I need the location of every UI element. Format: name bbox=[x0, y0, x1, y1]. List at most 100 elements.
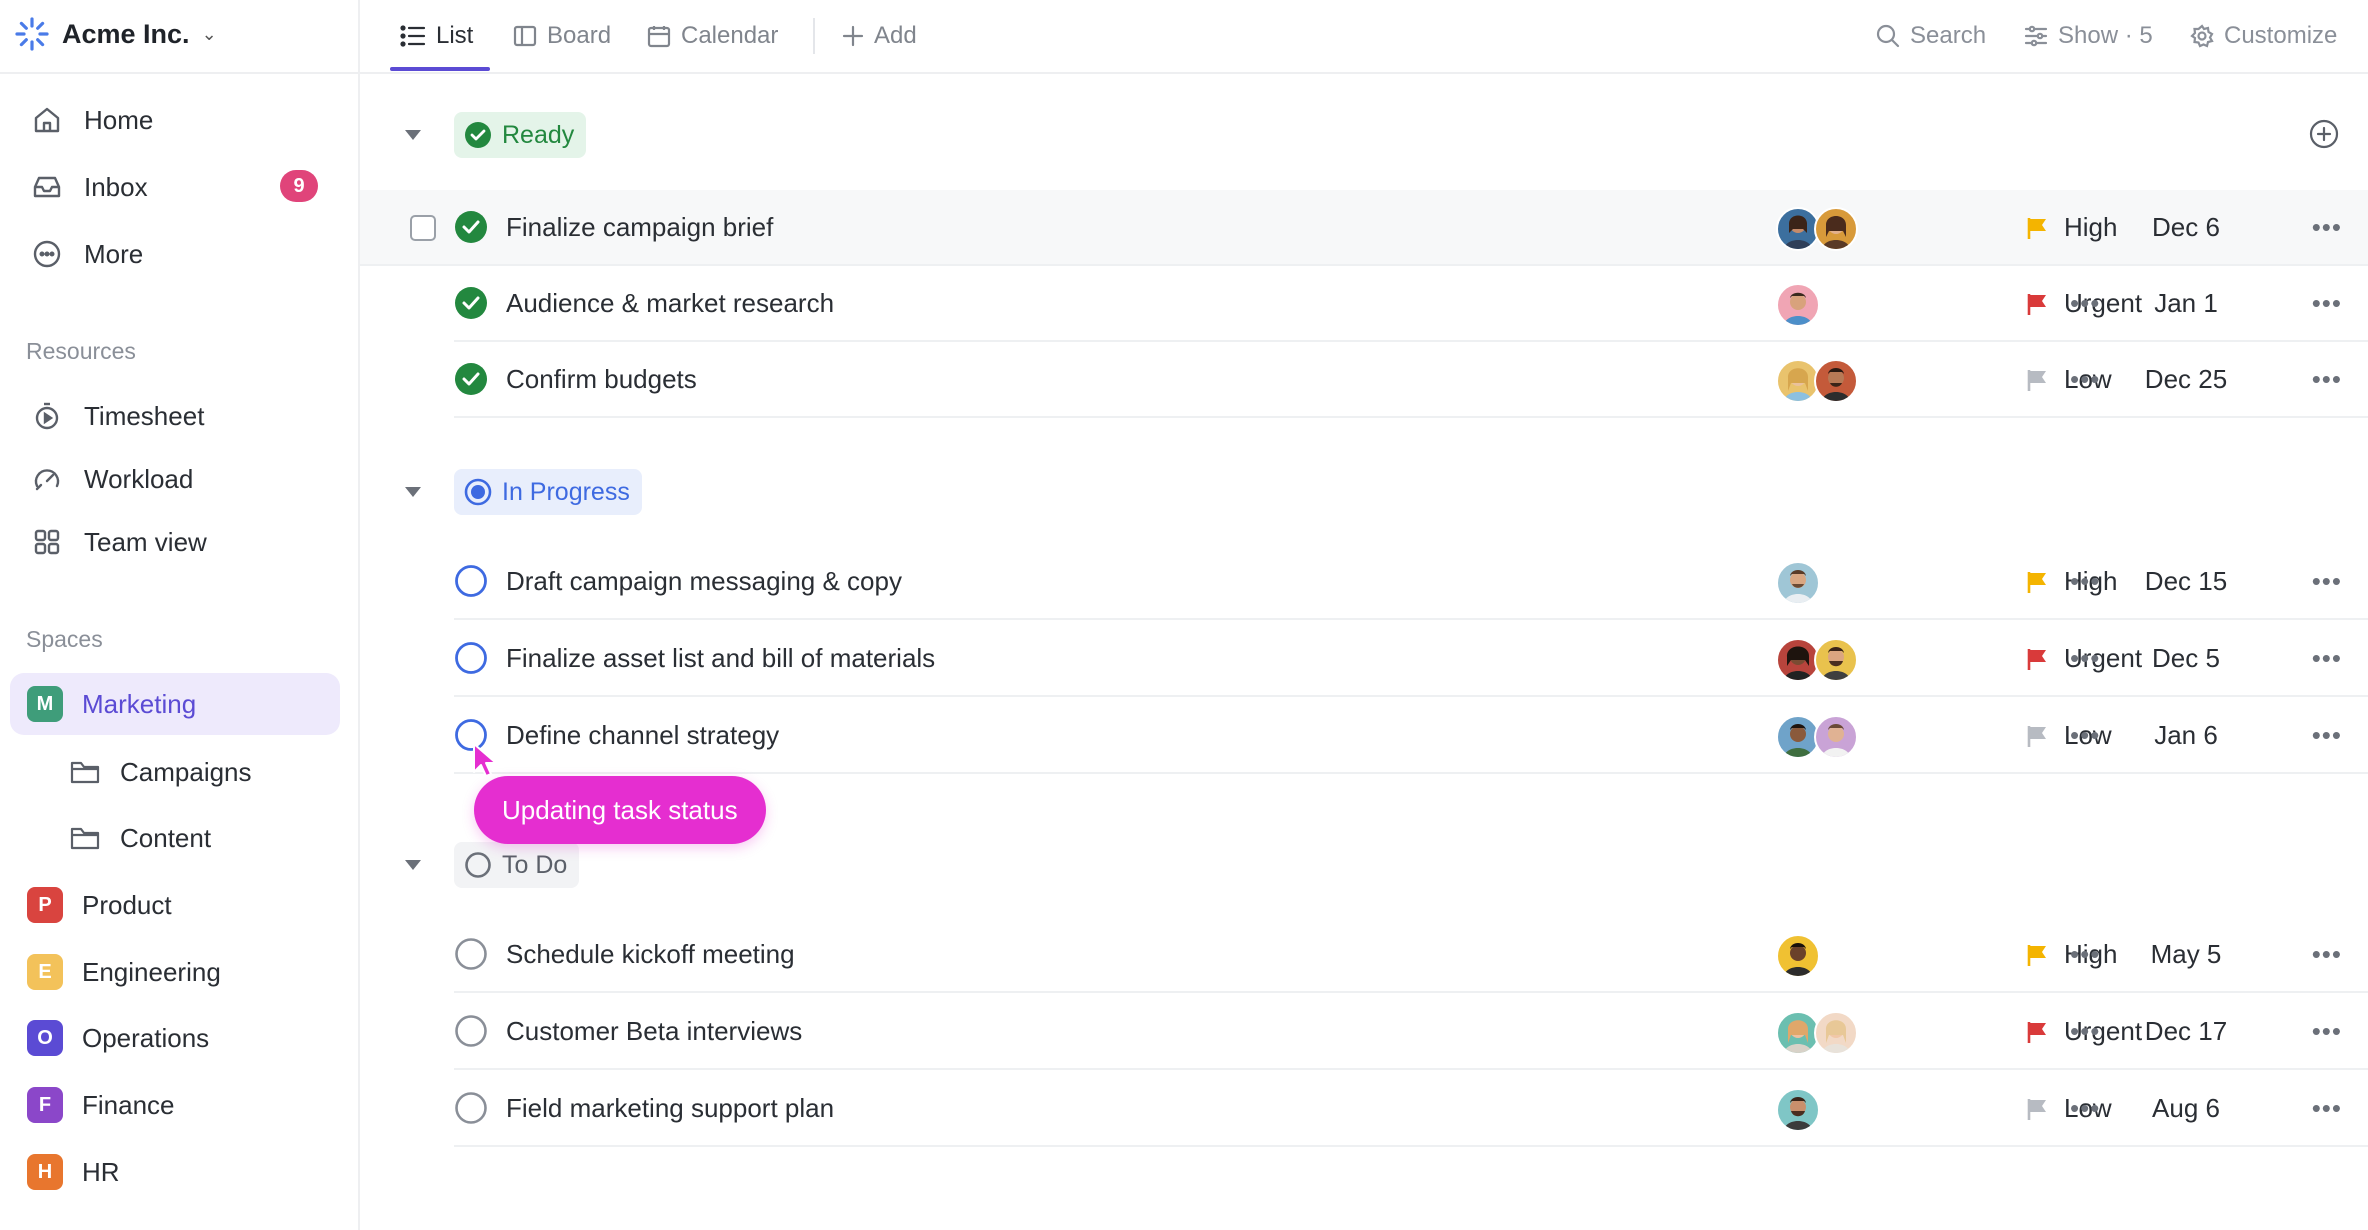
status-in-progress-icon[interactable] bbox=[454, 641, 488, 675]
assignees[interactable] bbox=[1776, 1088, 1820, 1132]
task-row[interactable]: Schedule kickoff meeting High ••• May 5 … bbox=[454, 917, 2368, 993]
folder-content[interactable]: Content bbox=[70, 810, 211, 866]
task-name[interactable]: Customer Beta interviews bbox=[506, 1016, 802, 1047]
row-menu-icon[interactable]: ••• bbox=[2312, 212, 2342, 243]
row-menu-icon[interactable]: ••• bbox=[2312, 566, 2342, 597]
tab-add[interactable]: Add bbox=[842, 0, 917, 72]
tab-calendar[interactable]: Calendar bbox=[647, 0, 778, 72]
more-fields-icon[interactable]: ••• bbox=[2070, 566, 2100, 597]
folder-campaigns[interactable]: Campaigns bbox=[70, 744, 252, 800]
tab-list[interactable]: List bbox=[400, 0, 473, 72]
flag-icon bbox=[2027, 369, 2046, 391]
priority[interactable]: High bbox=[2026, 212, 2117, 243]
due-date[interactable]: Dec 17 bbox=[2106, 1016, 2266, 1047]
task-name[interactable]: Schedule kickoff meeting bbox=[506, 939, 795, 970]
task-row[interactable]: Finalize campaign brief High Dec 6 ••• bbox=[360, 190, 2368, 266]
collapse-caret-icon[interactable] bbox=[405, 487, 421, 497]
row-menu-icon[interactable]: ••• bbox=[2312, 1016, 2342, 1047]
assignees[interactable] bbox=[1776, 207, 1858, 251]
space-label: Marketing bbox=[82, 688, 197, 719]
status-group-ready[interactable]: Ready bbox=[454, 112, 587, 158]
nav-inbox[interactable]: Inbox 9 bbox=[10, 158, 340, 216]
task-row[interactable]: Audience & market research Urgent ••• Ja… bbox=[454, 266, 2368, 342]
more-fields-icon[interactable]: ••• bbox=[2070, 720, 2100, 751]
more-fields-icon[interactable]: ••• bbox=[2070, 939, 2100, 970]
task-row[interactable]: Field marketing support plan Low ••• Aug… bbox=[454, 1071, 2368, 1147]
due-date[interactable]: Aug 6 bbox=[2106, 1093, 2266, 1124]
add-column-icon[interactable] bbox=[2308, 118, 2340, 150]
space-hr[interactable]: H HR bbox=[10, 1141, 340, 1203]
due-date[interactable]: Dec 15 bbox=[2106, 566, 2266, 597]
status-group-to-do[interactable]: To Do bbox=[454, 842, 580, 888]
assignees[interactable] bbox=[1776, 561, 1820, 605]
task-row[interactable]: Draft campaign messaging & copy High •••… bbox=[454, 544, 2368, 620]
list-icon bbox=[400, 25, 426, 47]
assignees[interactable] bbox=[1776, 1011, 1858, 1055]
task-name[interactable]: Draft campaign messaging & copy bbox=[506, 566, 902, 597]
space-engineering[interactable]: E Engineering bbox=[10, 941, 340, 1003]
assignees[interactable] bbox=[1776, 934, 1820, 978]
task-row[interactable]: Confirm budgets Low ••• Dec 25 ••• bbox=[454, 342, 2368, 418]
assignees[interactable] bbox=[1776, 283, 1820, 327]
space-product[interactable]: P Product bbox=[10, 874, 340, 936]
nav-home[interactable]: Home bbox=[10, 91, 340, 149]
more-fields-icon[interactable]: ••• bbox=[2070, 643, 2100, 674]
space-finance[interactable]: F Finance bbox=[10, 1074, 340, 1136]
task-row[interactable]: Customer Beta interviews Urgent ••• Dec … bbox=[454, 994, 2368, 1070]
assignees[interactable] bbox=[1776, 359, 1858, 403]
due-date[interactable]: May 5 bbox=[2106, 939, 2266, 970]
status-complete-icon[interactable] bbox=[454, 286, 488, 320]
space-marketing[interactable]: M Marketing bbox=[10, 673, 340, 735]
show-button[interactable]: Show · 5 bbox=[2024, 0, 2153, 72]
task-name[interactable]: Audience & market research bbox=[506, 288, 834, 319]
search-button[interactable]: Search bbox=[1876, 0, 1986, 72]
space-operations[interactable]: O Operations bbox=[10, 1007, 340, 1069]
row-menu-icon[interactable]: ••• bbox=[2312, 1093, 2342, 1124]
workspace-switcher[interactable]: Acme Inc. ⌄ bbox=[14, 14, 217, 54]
row-menu-icon[interactable]: ••• bbox=[2312, 364, 2342, 395]
row-menu-icon[interactable]: ••• bbox=[2312, 939, 2342, 970]
customize-button[interactable]: Customize bbox=[2190, 0, 2337, 72]
status-todo-icon[interactable] bbox=[454, 1014, 488, 1048]
due-date[interactable]: Dec 25 bbox=[2106, 364, 2266, 395]
nav-workload[interactable]: Workload bbox=[10, 450, 340, 508]
nav-timesheet[interactable]: Timesheet bbox=[10, 387, 340, 445]
due-date[interactable]: Jan 1 bbox=[2106, 288, 2266, 319]
task-name[interactable]: Confirm budgets bbox=[506, 364, 697, 395]
due-date[interactable]: Jan 6 bbox=[2106, 720, 2266, 751]
task-row[interactable]: Define channel strategy Low ••• Jan 6 ••… bbox=[454, 698, 2368, 774]
task-row[interactable]: Finalize asset list and bill of material… bbox=[454, 621, 2368, 697]
task-name[interactable]: Field marketing support plan bbox=[506, 1093, 834, 1124]
task-name[interactable]: Finalize asset list and bill of material… bbox=[506, 643, 935, 674]
status-in-progress-icon[interactable] bbox=[454, 564, 488, 598]
more-fields-icon[interactable]: ••• bbox=[2070, 1093, 2100, 1124]
due-date[interactable]: Dec 6 bbox=[2106, 212, 2266, 243]
task-name[interactable]: Define channel strategy bbox=[506, 720, 779, 751]
status-complete-icon[interactable] bbox=[454, 362, 488, 396]
nav-more[interactable]: More bbox=[10, 225, 340, 283]
row-menu-icon[interactable]: ••• bbox=[2312, 720, 2342, 751]
assignees[interactable] bbox=[1776, 715, 1858, 759]
more-fields-icon[interactable]: ••• bbox=[2070, 288, 2100, 319]
row-checkbox[interactable] bbox=[410, 215, 436, 241]
due-date[interactable]: Dec 5 bbox=[2106, 643, 2266, 674]
row-menu-icon[interactable]: ••• bbox=[2312, 643, 2342, 674]
status-todo-icon[interactable] bbox=[454, 937, 488, 971]
space-label: Operations bbox=[82, 1022, 210, 1053]
space-avatar: O bbox=[27, 1020, 63, 1056]
more-fields-icon[interactable]: ••• bbox=[2070, 364, 2100, 395]
row-menu-icon[interactable]: ••• bbox=[2312, 288, 2342, 319]
gear-icon bbox=[2190, 24, 2214, 48]
status-todo-icon[interactable] bbox=[454, 1091, 488, 1125]
collapse-caret-icon[interactable] bbox=[405, 130, 421, 140]
assignees[interactable] bbox=[1776, 638, 1858, 682]
status-group-in-progress[interactable]: In Progress bbox=[454, 469, 642, 515]
status-complete-icon[interactable] bbox=[454, 210, 488, 244]
nav-team-view[interactable]: Team view bbox=[10, 513, 340, 571]
collapse-caret-icon[interactable] bbox=[405, 860, 421, 870]
nav-label: Inbox bbox=[84, 171, 148, 202]
more-fields-icon[interactable]: ••• bbox=[2070, 1016, 2100, 1047]
task-name[interactable]: Finalize campaign brief bbox=[506, 212, 773, 243]
avatar bbox=[1776, 561, 1820, 605]
tab-board[interactable]: Board bbox=[513, 0, 611, 72]
